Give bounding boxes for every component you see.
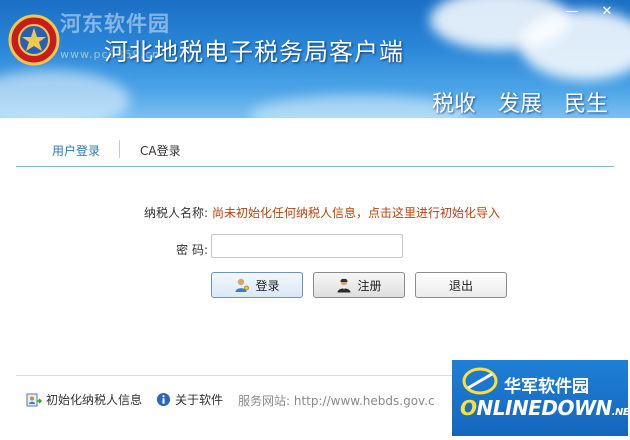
banner-cloud [520,10,630,80]
slogan-group: 税收 发展 民生 [432,86,608,118]
register-button-label: 注册 [357,278,382,293]
banner-cloud [0,70,130,118]
watermark-en: ONLINEDOWN.NET [460,396,628,420]
init-taxpayer-link[interactable]: 尚未初始化任何纳税人信息，点击这里进行初始化导入 [212,204,500,221]
onlinedown-watermark: 华军软件园 ONLINEDOWN.NET [452,360,628,436]
app-title: 河北地税电子税务局客户端 [104,38,404,66]
login-button[interactable]: 登录 [211,272,303,298]
close-button[interactable]: ✕ [597,4,617,20]
import-user-icon [26,393,42,406]
info-icon [156,392,171,407]
init-taxpayer-label: 初始化纳税人信息 [46,393,143,407]
slogan-development: 发展 [497,92,542,117]
password-input[interactable] [211,234,403,258]
password-label: 密 码: [176,243,208,257]
tab-divider [119,140,120,158]
about-software-label: 关于软件 [175,393,224,407]
minimize-button[interactable]: — [562,4,582,20]
tax-emblem-icon [8,14,60,66]
about-software-button[interactable]: 关于软件 [156,391,223,408]
user-key-icon [235,278,250,292]
watermark-cn: 华军软件园 [504,377,589,397]
header-banner: 河东软件园 www.pc0359.cn 河北地税电子税务局客户端 — ✕ 税收 … [0,0,630,118]
login-button-label: 登录 [255,278,280,293]
slogan-livelihood: 民生 [563,92,608,117]
exit-button[interactable]: 退出 [415,272,507,298]
service-website: 服务网站: http://www.hebds.gov.c [238,392,435,409]
register-button[interactable]: 注册 [313,272,405,298]
tab-ca-login[interactable]: CA登录 [140,142,181,159]
service-website-url[interactable]: http://www.hebds.gov.c [294,394,435,408]
tab-user-login[interactable]: 用户登录 [52,142,100,159]
taxpayer-name-label: 纳税人名称: [143,206,208,220]
user-add-icon [337,278,351,293]
init-taxpayer-button[interactable]: 初始化纳税人信息 [26,391,142,408]
onlinedown-logo-icon [462,367,498,395]
login-tabs: 用户登录 CA登录 [16,136,614,167]
watermark-en-main: NLINEDOWN [476,396,613,420]
slogan-tax: 税收 [431,92,476,117]
watermark-en-o: O [460,396,477,420]
exit-button-label: 退出 [448,278,473,293]
service-website-label: 服务网站: [238,394,291,408]
watermark-en-net: .NET [611,407,628,418]
